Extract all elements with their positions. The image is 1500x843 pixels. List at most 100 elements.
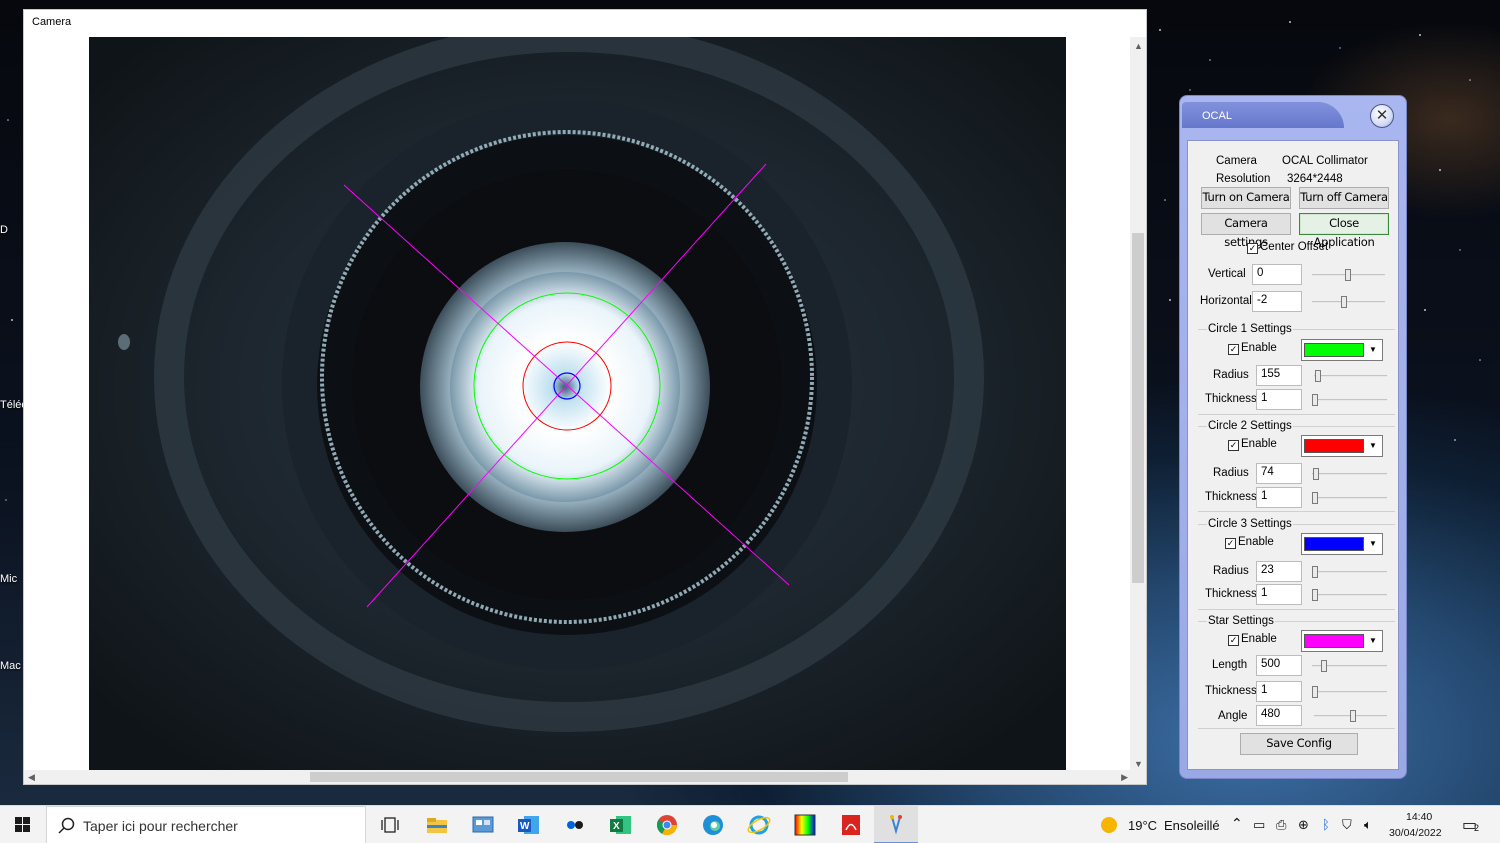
chevron-down-icon: ▼ — [1369, 345, 1377, 354]
star-angle-slider[interactable] — [1314, 710, 1387, 722]
color-swatch — [1304, 537, 1364, 551]
network-icon[interactable]: ⊕ — [1298, 817, 1309, 833]
center-offset-checkbox[interactable]: ✓ Center Offset — [1247, 241, 1328, 254]
circle-2-radius-slider[interactable] — [1312, 468, 1387, 480]
security-shield-icon[interactable]: ⛉ — [1342, 817, 1352, 833]
checkmark-icon: ✓ — [1228, 635, 1239, 646]
star-thickness-input[interactable]: 1 — [1256, 681, 1302, 702]
circle-1-color-select[interactable]: ▼ — [1301, 339, 1383, 361]
horizontal-scroll-thumb[interactable] — [310, 772, 848, 782]
circle-2-thickness-label: Thickness — [1205, 491, 1257, 503]
circle-3-radius-input[interactable]: 23 — [1256, 561, 1302, 582]
checkmark-icon: ✓ — [1247, 243, 1258, 254]
taskbar-search-box[interactable]: Taper ici pour rechercher — [46, 806, 366, 843]
horizontal-scrollbar[interactable]: ◀ ▶ — [24, 770, 1132, 784]
battery-icon[interactable]: ▭ — [1253, 817, 1265, 833]
search-placeholder: Taper ici pour rechercher — [83, 818, 238, 834]
star-angle-input[interactable]: 480 — [1256, 705, 1302, 726]
star-enable-checkbox[interactable]: ✓ Enable — [1228, 633, 1277, 646]
acrobat-icon[interactable] — [837, 811, 865, 839]
printer-icon[interactable]: ⎙ — [1276, 817, 1286, 833]
circle-3-radius-slider[interactable] — [1312, 566, 1387, 578]
vertical-offset-input[interactable]: 0 — [1252, 264, 1302, 285]
camera-settings-button[interactable]: Camera settings — [1201, 213, 1291, 249]
scroll-up-icon[interactable]: ▲ — [1134, 40, 1143, 52]
circle-2-thickness-input[interactable]: 1 — [1256, 487, 1302, 508]
circle-1-radius-input[interactable]: 155 — [1256, 365, 1302, 386]
star-length-input[interactable]: 500 — [1256, 655, 1302, 676]
color-app-icon[interactable] — [791, 811, 819, 839]
chrome-icon[interactable] — [653, 811, 681, 839]
flickr-icon[interactable] — [561, 811, 589, 839]
chevron-up-icon[interactable]: ⌃ — [1231, 815, 1243, 832]
turn-off-camera-button[interactable]: Turn off Camera — [1299, 187, 1389, 209]
internet-explorer-icon[interactable] — [745, 811, 773, 839]
desktop-icon-label[interactable]: D — [0, 224, 24, 236]
circle-2-radius-label: Radius — [1213, 467, 1249, 479]
windows-start-button[interactable] — [0, 806, 46, 843]
turn-on-camera-button[interactable]: Turn on Camera — [1201, 187, 1291, 209]
circle-2-color-select[interactable]: ▼ — [1301, 435, 1383, 457]
star-color-select[interactable]: ▼ — [1301, 630, 1383, 652]
vertical-offset-slider[interactable] — [1312, 269, 1385, 281]
camera-window-titlebar[interactable]: Camera — [24, 10, 1146, 37]
chevron-down-icon: ▼ — [1369, 636, 1377, 645]
svg-text:W: W — [520, 821, 530, 832]
ocal-title: OCAL — [1202, 110, 1232, 122]
circle-1-enable-checkbox[interactable]: ✓ Enable — [1228, 342, 1277, 355]
circle-2-title: Circle 2 Settings — [1207, 420, 1293, 432]
weather-temperature[interactable]: 19°C — [1128, 818, 1157, 833]
ocal-titlebar[interactable]: OCAL — [1182, 102, 1344, 128]
star-thickness-slider[interactable] — [1312, 686, 1387, 698]
circle-3-thickness-label: Thickness — [1205, 588, 1257, 600]
circle-3-thickness-slider[interactable] — [1312, 589, 1387, 601]
horizontal-offset-input[interactable]: -2 — [1252, 291, 1302, 312]
circle-3-color-select[interactable]: ▼ — [1301, 533, 1383, 555]
task-view-icon[interactable] — [377, 811, 405, 839]
clock-date[interactable]: 30/04/2022 — [1389, 827, 1442, 839]
star-length-slider[interactable] — [1312, 660, 1387, 672]
file-explorer-icon[interactable] — [423, 811, 451, 839]
ocal-window: OCAL ✕ Camera OCAL Collimator Resolution… — [1179, 95, 1407, 779]
circle-3-thickness-input[interactable]: 1 — [1256, 584, 1302, 605]
circle-1-thickness-slider[interactable] — [1312, 394, 1387, 406]
circle-3-enable-checkbox[interactable]: ✓ Enable — [1225, 536, 1274, 549]
circle-1-radius-slider[interactable] — [1314, 370, 1387, 382]
word-icon[interactable]: W — [515, 811, 543, 839]
close-icon[interactable]: ✕ — [1370, 104, 1394, 128]
notification-count: 2 — [1474, 823, 1480, 833]
circle-1-thickness-input[interactable]: 1 — [1256, 389, 1302, 410]
scroll-left-icon[interactable]: ◀ — [28, 771, 35, 783]
circle-2-thickness-slider[interactable] — [1312, 492, 1387, 504]
color-swatch — [1304, 634, 1364, 648]
clock-time[interactable]: 14:40 — [1406, 811, 1432, 823]
scroll-right-icon[interactable]: ▶ — [1121, 771, 1128, 783]
desktop-icon-label[interactable]: Téléc — [0, 399, 24, 411]
sun-weather-icon[interactable] — [1099, 815, 1119, 835]
desktop-icon-label[interactable]: Mac — [0, 660, 24, 672]
star-angle-label: Angle — [1218, 710, 1248, 722]
windows-logo-icon — [15, 817, 30, 832]
control-panel-icon[interactable] — [469, 811, 497, 839]
circle-2-radius-input[interactable]: 74 — [1256, 463, 1302, 484]
close-application-button[interactable]: Close Application — [1299, 213, 1389, 249]
circle-2-enable-checkbox[interactable]: ✓ Enable — [1228, 438, 1277, 451]
paint-app-icon[interactable] — [882, 811, 910, 839]
save-config-button[interactable]: Save Config — [1240, 733, 1358, 755]
vertical-scrollbar[interactable]: ▲ ▼ — [1130, 37, 1146, 772]
search-icon — [58, 817, 75, 834]
circle-3-title: Circle 3 Settings — [1207, 518, 1293, 530]
excel-icon[interactable]: X — [607, 811, 635, 839]
camera-value: OCAL Collimator — [1282, 155, 1368, 167]
vertical-scroll-thumb[interactable] — [1132, 233, 1144, 583]
scroll-down-icon[interactable]: ▼ — [1134, 758, 1143, 770]
weather-description[interactable]: Ensoleillé — [1164, 818, 1220, 833]
resolution-label: Resolution — [1216, 173, 1271, 185]
horizontal-offset-slider[interactable] — [1312, 296, 1385, 308]
color-swatch — [1304, 343, 1364, 357]
edge-icon[interactable] — [699, 811, 727, 839]
bluetooth-icon[interactable]: ᛒ — [1322, 817, 1330, 832]
volume-icon[interactable]: 🔈︎ — [1364, 817, 1372, 833]
camera-viewport — [24, 37, 1132, 772]
desktop-icon-label[interactable]: Mic — [0, 573, 24, 585]
